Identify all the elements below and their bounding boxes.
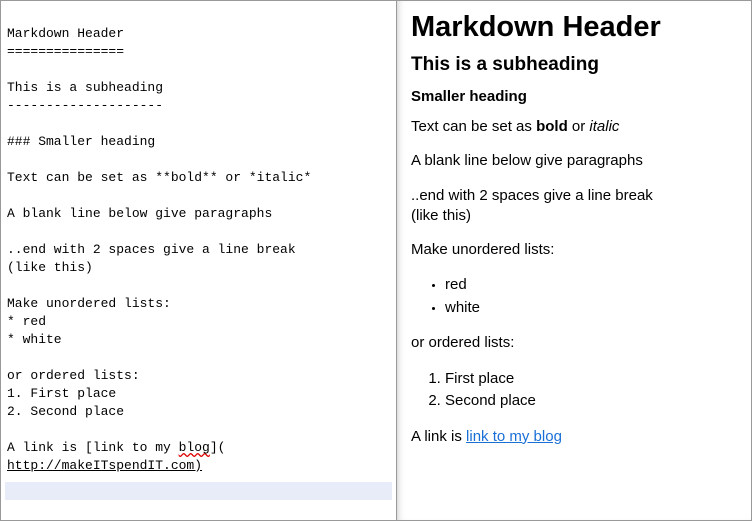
preview-h1: Markdown Header [411,11,737,44]
blog-link[interactable]: link to my blog [466,428,562,445]
preview-paragraph: A blank line below give paragraphs [411,151,737,171]
markdown-preview-pane: Markdown Header This is a subheading Sma… [397,1,751,520]
preview-ul: red white [445,274,737,319]
list-item: First place [445,368,737,391]
list-item: Second place [445,390,737,413]
list-item: white [445,297,737,320]
preview-paragraph: Text can be set as bold or italic [411,117,737,137]
preview-paragraph: or ordered lists: [411,333,737,353]
preview-h3: Smaller heading [411,88,737,105]
preview-h2: This is a subheading [411,54,737,76]
markdown-source-pane[interactable]: Markdown Header =============== This is … [1,1,397,520]
preview-paragraph: Make unordered lists: [411,240,737,260]
preview-paragraph: ..end with 2 spaces give a line break(li… [411,186,737,227]
preview-ol: First place Second place [445,368,737,413]
source-text[interactable]: Markdown Header =============== This is … [7,25,390,475]
cursor-line-highlight [5,482,392,500]
list-item: red [445,274,737,297]
spellcheck-squiggle: blog [179,440,210,455]
preview-paragraph: A link is link to my blog [411,427,737,447]
